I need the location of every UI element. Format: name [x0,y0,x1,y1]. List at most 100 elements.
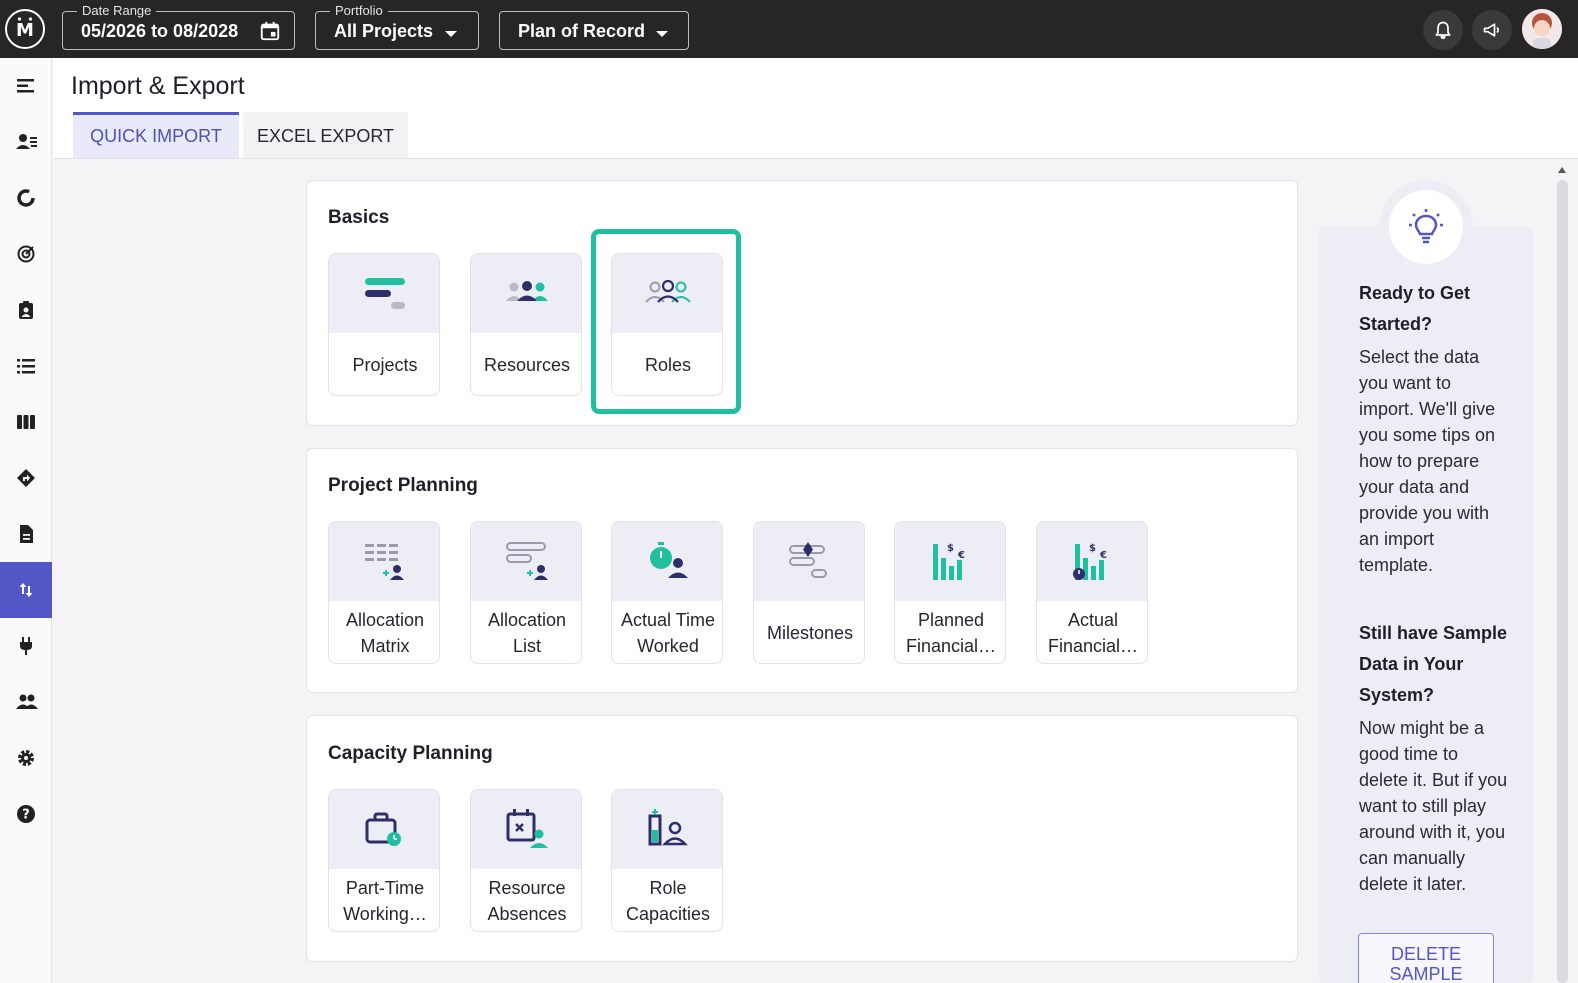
lightbulb-icon [1409,209,1443,244]
directions-icon [17,469,35,487]
role-capacity-icon [648,809,688,846]
tile-label: Actual Financial… [1047,610,1139,656]
app-logo[interactable]: M [5,9,45,49]
megaphone-icon [1483,23,1500,37]
sidebar-item-goals[interactable] [0,226,52,282]
clipboard-person-icon [19,301,33,319]
tile-label: Role Capacities [625,878,711,924]
date-range-value: 05/2026 to 08/2028 [81,21,239,41]
chevron-down-icon [655,26,669,44]
tile-actual-financials[interactable]: $ € Actual Financial… [1036,521,1148,664]
plan-value: Plan of Record [518,21,646,41]
tips-text-ready: Select the data you want to import. We'l… [1359,347,1496,575]
svg-text:$: $ [1089,543,1096,554]
sidebar-item-analytics[interactable] [0,170,52,226]
sidebar-item-settings[interactable] [0,730,52,786]
basics-section: Basics Projects Resources Roles [306,180,1298,426]
tile-resources[interactable]: Resources [470,253,582,396]
stopwatch-person-icon [650,542,688,578]
tips-heading-ready: Ready to Get Started? [1359,283,1471,334]
svg-text:€: € [1099,550,1107,561]
portfolio-legend: Portfolio [330,2,388,20]
tile-label: Resource Absences [487,878,567,924]
tile-label: Allocation List [487,610,567,656]
roles-highlight [591,229,741,414]
sidebar-item-reports[interactable] [0,506,52,562]
tile-actual-time-worked[interactable]: Actual Time Worked [611,521,723,664]
svg-text:€: € [957,550,965,561]
logo-icon: M [16,17,34,41]
person-list-icon [16,134,37,149]
tile-resource-absences[interactable]: Resource Absences [470,789,582,932]
svg-text:?: ? [22,808,30,823]
milestones-icon [789,542,827,578]
tile-role-capacities[interactable]: Role Capacities [611,789,723,932]
tile-allocation-list[interactable]: Allocation List [470,521,582,664]
tips-heading-sample-data: Still have Sample Data in Your System? [1359,623,1508,705]
tab-quick-import[interactable]: QUICK IMPORT [73,112,239,158]
calendar-icon[interactable] [259,20,281,47]
delete-sample-button[interactable]: DELETE SAMPLE [1358,933,1494,983]
import-export-icon [19,583,33,597]
capacity-planning-title: Capacity Planning [328,743,493,764]
svg-text:$: $ [947,543,954,554]
top-bar: M Date Range 05/2026 to 08/2028 Portfoli… [0,0,1578,58]
group-icon [16,694,38,709]
sidebar-item-team[interactable] [0,674,52,730]
tile-planned-financials[interactable]: $ € Planned Financial… [894,521,1006,664]
projects-icon [365,278,405,309]
sidebar-item-list[interactable] [0,338,52,394]
plug-icon [20,637,32,655]
donut-chart-icon [17,189,35,207]
lightbulb-badge [1379,180,1473,274]
tile-allocation-matrix[interactable]: Allocation Matrix [328,521,440,664]
portfolio-value: All Projects [334,21,434,41]
sidebar-item-people[interactable] [0,114,52,170]
scroll-up-arrow-icon[interactable] [1557,166,1567,174]
actual-financials-icon: $€ [1073,543,1107,580]
resources-icon [506,281,548,301]
calendar-absence-icon [506,809,548,848]
plan-select[interactable]: Plan of Record [499,11,689,50]
scrollbar[interactable] [1553,160,1578,983]
announcements-button[interactable] [1472,10,1512,50]
menu-icon [17,79,34,93]
sidebar-item-assignments[interactable] [0,282,52,338]
project-planning-title: Project Planning [328,475,478,496]
sidebar-item-menu[interactable] [0,58,52,114]
tile-part-time-working[interactable]: Part-Time Working… [328,789,440,932]
sidebar-item-help[interactable]: ? [0,786,52,842]
date-range-picker[interactable]: Date Range 05/2026 to 08/2028 [62,2,295,50]
tile-projects[interactable]: Projects [328,253,440,396]
avatar-icon [1522,9,1562,49]
user-avatar[interactable] [1522,9,1562,49]
sidebar-item-integrations[interactable] [0,618,52,674]
sidebar-item-board[interactable] [0,394,52,450]
gear-icon [18,750,34,766]
columns-icon [17,415,35,429]
tile-milestones[interactable]: Milestones [753,521,865,664]
tile-label: Allocation Matrix [345,610,425,656]
target-icon [17,245,35,263]
bell-icon [1435,21,1451,40]
sidebar-item-import-export[interactable] [0,562,52,618]
list-icon [17,359,35,374]
scrollbar-thumb[interactable] [1557,180,1568,983]
page-header: Import & Export QUICK IMPORT EXCEL EXPOR… [53,58,1578,159]
basics-title: Basics [328,207,390,228]
project-planning-section: Project Planning Allocation Matrix Alloc… [306,448,1298,693]
chevron-down-icon [444,26,458,44]
sidebar: ? [0,58,52,983]
help-icon: ? [17,805,35,823]
capacity-planning-section: Capacity Planning Part-Time Working… Res… [306,715,1298,962]
tile-label: Projects [352,355,418,375]
allocation-matrix-icon [365,544,404,580]
sidebar-item-roadmap[interactable] [0,450,52,506]
notifications-button[interactable] [1423,10,1463,50]
tile-label: Part-Time Working… [343,878,427,924]
tab-excel-export[interactable]: EXCEL EXPORT [243,112,408,158]
tips-text-sample-data: Now might be a good time to delete it. B… [1359,718,1508,894]
date-range-legend: Date Range [77,2,157,20]
portfolio-select[interactable]: Portfolio All Projects [315,2,479,50]
tile-label: Milestones [766,623,854,643]
